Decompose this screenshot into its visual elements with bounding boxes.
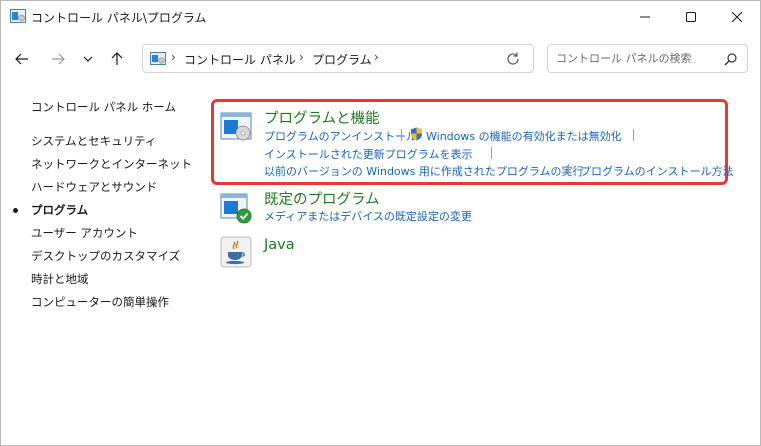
link-windows-features[interactable]: Windows の機能の有効化または無効化 — [426, 128, 622, 144]
refresh-icon[interactable] — [505, 51, 521, 67]
recent-locations-button[interactable] — [77, 48, 99, 70]
search-input[interactable] — [556, 50, 716, 67]
close-button[interactable] — [714, 1, 760, 33]
sidebar-item-hardware-sound[interactable]: ハードウェアとサウンド — [31, 179, 157, 195]
breadcrumb-chevron-icon[interactable]: › — [374, 50, 379, 64]
link-separator — [491, 147, 492, 159]
sidebar-item-system-security[interactable]: システムとセキュリティ — [31, 133, 156, 149]
arrow-left-icon — [15, 53, 28, 65]
breadcrumb-programs[interactable]: プログラム — [312, 51, 372, 68]
link-separator — [568, 164, 569, 176]
breadcrumb-control-panel[interactable]: コントロール パネル — [184, 51, 296, 68]
arrow-up-icon — [111, 52, 123, 65]
chevron-down-icon — [83, 56, 93, 62]
link-uninstall-program[interactable]: プログラムのアンインストール — [264, 128, 417, 144]
default-programs-icon[interactable] — [220, 192, 252, 224]
link-how-to-install[interactable]: プログラムのインストール方法 — [580, 163, 733, 179]
search-icon[interactable] — [724, 52, 738, 66]
sidebar-item-user-accounts[interactable]: ユーザー アカウント — [31, 225, 138, 241]
arrow-right-icon — [52, 53, 65, 65]
back-button[interactable] — [11, 48, 33, 70]
category-title-programs-features[interactable]: プログラムと機能 — [264, 107, 380, 128]
link-separator — [401, 129, 402, 141]
control-panel-icon — [10, 9, 26, 23]
sidebar-control-panel-home[interactable]: コントロール パネル ホーム — [31, 99, 176, 115]
category-title-default-programs[interactable]: 既定のプログラム — [264, 188, 380, 209]
address-bar[interactable]: › コントロール パネル › プログラム › — [142, 44, 534, 73]
up-button[interactable] — [106, 48, 128, 70]
minimize-button[interactable] — [622, 1, 668, 33]
link-compatibility-troubleshooter[interactable]: 以前のバージョンの Windows 用に作成されたプログラムの実行 — [264, 163, 584, 179]
title-bar: コントロール パネル\プログラム — [1, 1, 760, 33]
java-icon[interactable] — [220, 236, 252, 268]
link-change-defaults[interactable]: メディアまたはデバイスの既定設定の変更 — [264, 208, 472, 224]
search-box[interactable] — [547, 44, 748, 73]
sidebar-item-programs[interactable]: プログラム — [31, 202, 88, 218]
sidebar-item-clock-region[interactable]: 時計と地域 — [31, 271, 89, 287]
sidebar-item-personalization[interactable]: デスクトップのカスタマイズ — [31, 248, 180, 264]
sidebar-item-network[interactable]: ネットワークとインターネット — [31, 156, 192, 172]
window-title: コントロール パネル\プログラム — [31, 11, 207, 25]
category-title-java[interactable]: Java — [264, 237, 295, 253]
programs-features-icon[interactable] — [220, 111, 252, 143]
link-installed-updates[interactable]: インストールされた更新プログラムを表示 — [264, 146, 472, 162]
uac-shield-icon — [411, 127, 422, 141]
maximize-icon — [686, 12, 696, 22]
breadcrumb-chevron-icon: › — [299, 50, 304, 64]
forward-button[interactable] — [47, 48, 69, 70]
close-icon — [732, 12, 742, 22]
maximize-button[interactable] — [668, 1, 714, 33]
active-item-bullet — [13, 208, 18, 213]
sidebar-item-ease-of-access[interactable]: コンピューターの簡単操作 — [31, 294, 169, 310]
breadcrumb-chevron-icon: › — [171, 50, 176, 64]
control-panel-icon — [150, 52, 166, 65]
minimize-icon — [640, 16, 650, 18]
control-panel-window: コントロール パネル\プログラム › コントロール パネル › プログラム › — [0, 0, 761, 446]
link-separator — [633, 129, 634, 141]
